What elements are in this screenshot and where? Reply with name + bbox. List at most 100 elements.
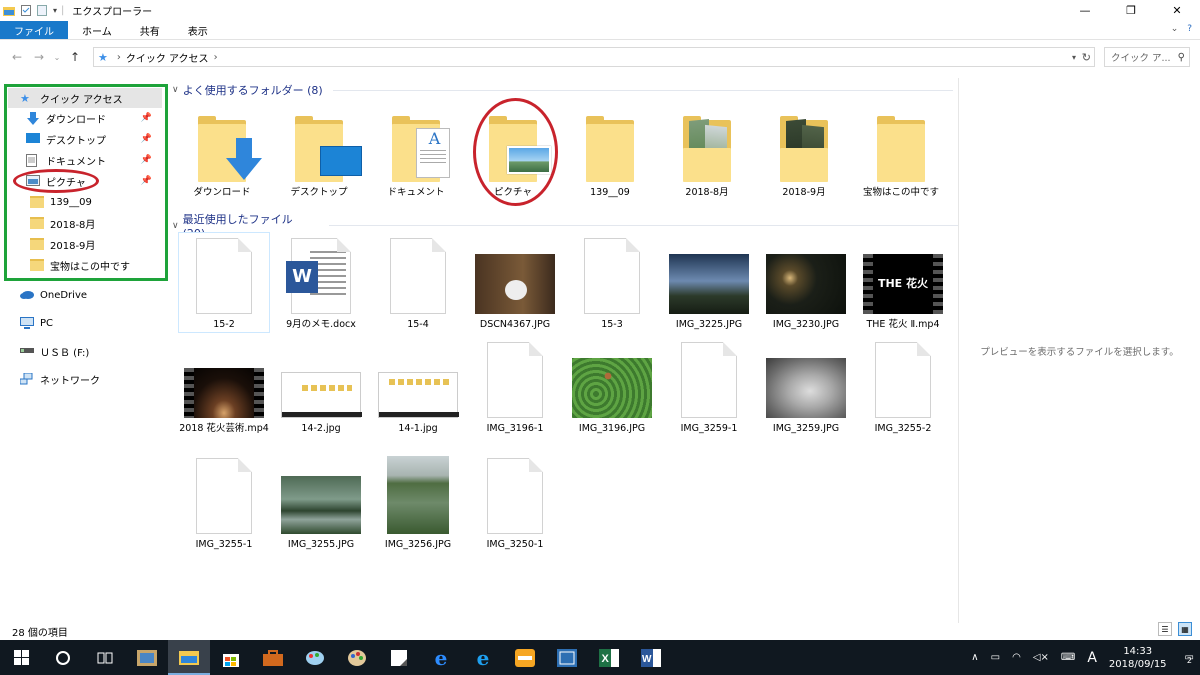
- help-icon[interactable]: ?: [1187, 24, 1192, 34]
- tab-file[interactable]: ファイル: [0, 21, 68, 39]
- store-icon[interactable]: [210, 640, 252, 675]
- file-tile[interactable]: 15-3: [566, 236, 658, 331]
- cortana-search-icon[interactable]: [42, 640, 84, 675]
- folder-tile[interactable]: 139__09: [564, 110, 656, 199]
- properties-icon[interactable]: [21, 5, 31, 16]
- file-tile[interactable]: IMG_3196-1: [469, 340, 561, 435]
- tab-home[interactable]: ホーム: [68, 21, 126, 39]
- photo-tile[interactable]: IMG_3225.JPG: [663, 236, 755, 331]
- details-view-icon[interactable]: ☰: [1158, 622, 1172, 636]
- tab-view[interactable]: 表示: [174, 21, 222, 39]
- word-icon[interactable]: W: [630, 640, 672, 675]
- maximize-button[interactable]: ❐: [1108, 0, 1154, 20]
- photo-tile[interactable]: IMG_3256.JPG: [372, 456, 464, 551]
- nav-quick-access[interactable]: ★ クイック アクセス: [8, 88, 162, 108]
- new-folder-icon[interactable]: [37, 5, 47, 16]
- nav-item-documents[interactable]: ドキュメント 📌: [26, 150, 162, 170]
- recent-locations-icon[interactable]: ⌄: [50, 53, 64, 62]
- folder-tile-documents[interactable]: A ドキュメント: [370, 110, 462, 199]
- ime-mode[interactable]: A: [1087, 650, 1097, 666]
- file-explorer-icon[interactable]: [168, 640, 210, 675]
- file-tile[interactable]: IMG_3255-1: [178, 456, 270, 551]
- keyboard-icon[interactable]: ⌨: [1061, 652, 1075, 663]
- ribbon-expand-icon[interactable]: ⌄ ?: [1171, 24, 1192, 34]
- folder-thumbnail: [855, 110, 947, 182]
- breadcrumb-quick-access[interactable]: クイック アクセス: [126, 50, 209, 65]
- nav-item-folder[interactable]: 宝物はこの中です: [30, 255, 130, 275]
- close-button[interactable]: ✕: [1154, 0, 1200, 20]
- file-tile[interactable]: 15-4: [372, 236, 464, 331]
- nav-item-folder[interactable]: 2018-8月: [30, 213, 95, 233]
- start-windows-icon[interactable]: [0, 640, 42, 675]
- clock[interactable]: 14:33 2018/09/15: [1109, 645, 1167, 671]
- pin-icon[interactable]: 📌: [141, 176, 152, 186]
- tab-share[interactable]: 共有: [126, 21, 174, 39]
- video-tile[interactable]: 2018 花火芸術.mp4: [178, 340, 270, 435]
- blue-app-icon[interactable]: [546, 640, 588, 675]
- nav-item-folder[interactable]: 2018-9月: [30, 234, 95, 254]
- forward-button[interactable]: →: [28, 50, 50, 64]
- photo-tile[interactable]: IMG_3255.JPG: [275, 456, 367, 551]
- photo-tile[interactable]: 14-2.jpg: [275, 340, 367, 435]
- photo-tile[interactable]: 14-1.jpg: [372, 340, 464, 435]
- photos-app-icon[interactable]: [126, 640, 168, 675]
- customize-quick-access-icon[interactable]: ▾: [53, 6, 57, 15]
- orange-app-icon[interactable]: [504, 640, 546, 675]
- nav-onedrive[interactable]: OneDrive: [20, 285, 87, 305]
- nav-item-folder[interactable]: 139__09: [30, 192, 92, 212]
- breadcrumb-chevron-icon[interactable]: ›: [117, 52, 121, 63]
- photo-tile[interactable]: IMG_3196.JPG: [566, 340, 658, 435]
- battery-icon[interactable]: ▭: [991, 652, 1000, 663]
- nav-usb[interactable]: ＵＳＢ (F:): [20, 341, 89, 361]
- paint-app-icon[interactable]: [294, 640, 336, 675]
- internet-explorer-icon[interactable]: e: [462, 640, 504, 675]
- breadcrumb-chevron-icon[interactable]: ›: [214, 52, 218, 63]
- pin-icon[interactable]: 📌: [141, 155, 152, 165]
- folder-tile[interactable]: 2018-9月: [758, 110, 850, 199]
- photo-tile[interactable]: DSCN4367.JPG: [469, 236, 561, 331]
- nav-network[interactable]: ネットワーク: [19, 369, 100, 389]
- pin-icon[interactable]: 📌: [141, 113, 152, 123]
- folder-tile-downloads[interactable]: ダウンロード: [176, 110, 268, 199]
- pin-icon[interactable]: 📌: [141, 134, 152, 144]
- search-input[interactable]: クイック ア... ⚲: [1104, 47, 1190, 67]
- volume-muted-icon[interactable]: ◁×: [1033, 652, 1049, 663]
- folder-tile-desktop[interactable]: デスクトップ: [273, 110, 365, 199]
- back-button[interactable]: ←: [6, 50, 28, 64]
- up-button[interactable]: ↑: [64, 50, 86, 64]
- frequent-folders-header[interactable]: ∨ よく使用するフォルダー (8): [172, 82, 953, 98]
- sticky-notes-icon[interactable]: [378, 640, 420, 675]
- photo-tile[interactable]: IMG_3259.JPG: [760, 340, 852, 435]
- edge-browser-icon[interactable]: e: [420, 640, 462, 675]
- task-view-icon[interactable]: [84, 640, 126, 675]
- address-dropdown-icon[interactable]: ▾: [1072, 53, 1076, 62]
- file-tile[interactable]: IMG_3259-1: [663, 340, 755, 435]
- file-tile[interactable]: IMG_3255-2: [857, 340, 949, 435]
- wifi-icon[interactable]: ◠: [1012, 652, 1021, 663]
- star-icon: ★: [20, 92, 30, 105]
- folder-tile[interactable]: 2018-8月: [661, 110, 753, 199]
- minimize-button[interactable]: —: [1062, 0, 1108, 20]
- nav-quick-access-label: クイック アクセス: [40, 94, 123, 106]
- collapse-chevron-icon[interactable]: ∨: [172, 221, 179, 231]
- video-tile[interactable]: THE 花火 THE 花火 Ⅱ.mp4: [857, 236, 949, 331]
- svg-text:X: X: [602, 653, 610, 665]
- nav-item-desktop[interactable]: デスクトップ 📌: [26, 129, 162, 149]
- file-tile[interactable]: 15-2: [178, 236, 270, 331]
- file-tile[interactable]: IMG_3250-1: [469, 456, 561, 551]
- action-center-icon[interactable]: ▭ 2: [1185, 652, 1194, 665]
- excel-icon[interactable]: X: [588, 640, 630, 675]
- file-tile-word[interactable]: W 9月のメモ.docx: [275, 236, 367, 331]
- photo-tile[interactable]: IMG_3230.JPG: [760, 236, 852, 331]
- refresh-icon[interactable]: ↻: [1082, 51, 1091, 64]
- collapse-chevron-icon[interactable]: ∨: [172, 85, 179, 95]
- large-icons-view-icon[interactable]: ▦: [1178, 622, 1192, 636]
- show-hidden-icons-icon[interactable]: ∧: [971, 652, 978, 663]
- tile-label: IMG_3259-1: [680, 423, 738, 434]
- folder-tile[interactable]: 宝物はこの中です: [855, 110, 947, 199]
- paint-palette-icon[interactable]: [336, 640, 378, 675]
- toolbox-app-icon[interactable]: [252, 640, 294, 675]
- nav-item-downloads[interactable]: ダウンロード 📌: [26, 108, 162, 128]
- address-bar[interactable]: ★ › クイック アクセス › ▾ ↻: [93, 47, 1095, 67]
- nav-pc[interactable]: PC: [20, 313, 53, 333]
